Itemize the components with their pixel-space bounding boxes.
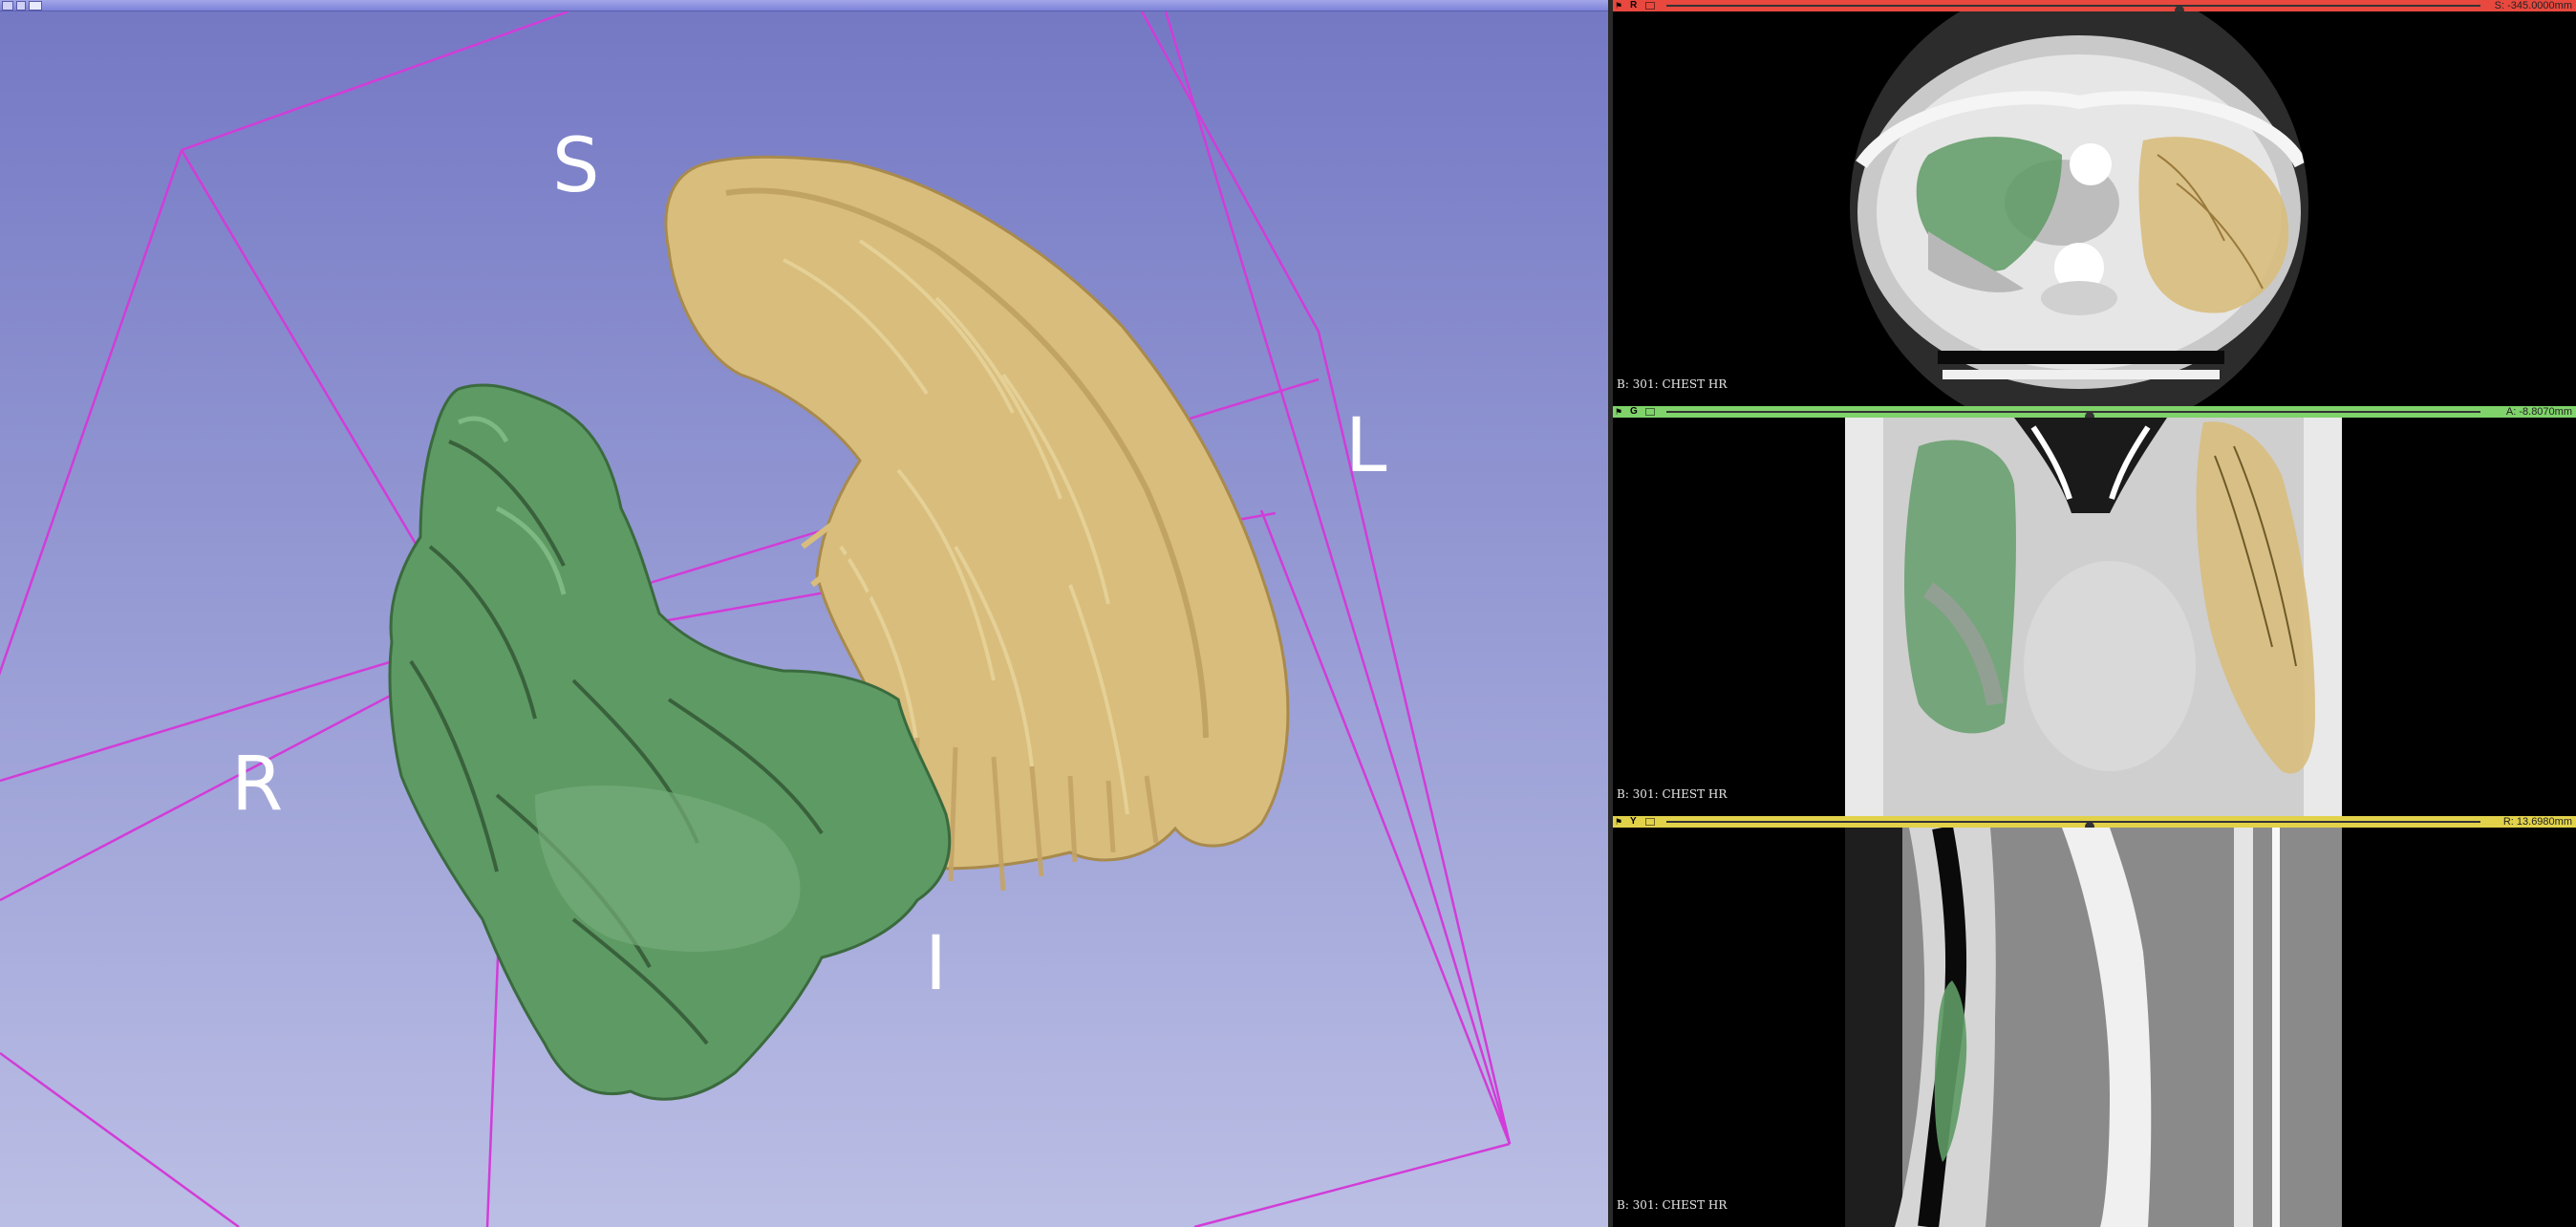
red-slice-controller-bar[interactable]: ⚑ R S: -345.0000mm: [1613, 0, 2576, 15]
link-icon[interactable]: [1645, 408, 1655, 416]
pin-icon[interactable]: ⚑: [1615, 407, 1626, 417]
slice-letter: G: [1630, 406, 1638, 417]
slice-offset-value: A: -8.8070mm: [2505, 406, 2572, 418]
green-slice-view[interactable]: ⚑ G A: -8.8070mm B: 301: CHEST HR: [1613, 406, 2576, 816]
volume-label: B: 301: CHEST HR: [1617, 787, 1728, 801]
green-slice-controller-bar[interactable]: ⚑ G A: -8.8070mm: [1613, 406, 2576, 421]
slice-offset-slider[interactable]: [1666, 411, 2480, 421]
axial-slice-image[interactable]: [1613, 11, 2576, 406]
slice-offset-value: S: -345.0000mm: [2494, 0, 2572, 11]
yellow-slice-controller-bar[interactable]: ⚑ Y R: 13.6980mm: [1613, 816, 2576, 831]
3d-render-canvas[interactable]: [0, 11, 1608, 1227]
link-icon[interactable]: [1645, 2, 1655, 10]
coronal-slice-image[interactable]: [1613, 418, 2576, 816]
orientation-label-superior: S: [552, 123, 600, 209]
orientation-label-right: R: [231, 742, 284, 828]
pin-icon[interactable]: ⚑: [1615, 1, 1626, 11]
view-options-icon[interactable]: [16, 1, 26, 11]
volume-label: B: 301: CHEST HR: [1617, 1198, 1728, 1212]
link-icon[interactable]: [1645, 818, 1655, 826]
expand-icon[interactable]: [29, 1, 42, 11]
3d-view[interactable]: S L R I: [0, 0, 1608, 1227]
orientation-label-inferior: I: [925, 921, 948, 1007]
slice-letter: Y: [1630, 816, 1637, 827]
slicer-layout: S L R I ⚑ R S: -345.0000mm B: 301: CHEST…: [0, 0, 2576, 1227]
slice-offset-value: R: 13.6980mm: [2502, 816, 2572, 828]
sagittal-slice-image[interactable]: [1613, 828, 2576, 1227]
pin-icon[interactable]: ⚑: [1615, 817, 1626, 827]
slice-letter: R: [1630, 0, 1638, 11]
red-slice-view[interactable]: ⚑ R S: -345.0000mm B: 301: CHEST HR: [1613, 0, 2576, 406]
slice-offset-slider[interactable]: [1666, 5, 2480, 15]
yellow-slice-view[interactable]: ⚑ Y R: 13.6980mm B: 301: CHEST HR: [1613, 816, 2576, 1227]
volume-label: B: 301: CHEST HR: [1617, 377, 1728, 391]
pin-icon[interactable]: [2, 1, 13, 11]
orientation-label-left: L: [1345, 403, 1387, 489]
3d-view-controller-bar[interactable]: [0, 0, 1608, 11]
slice-offset-slider[interactable]: [1666, 821, 2480, 831]
